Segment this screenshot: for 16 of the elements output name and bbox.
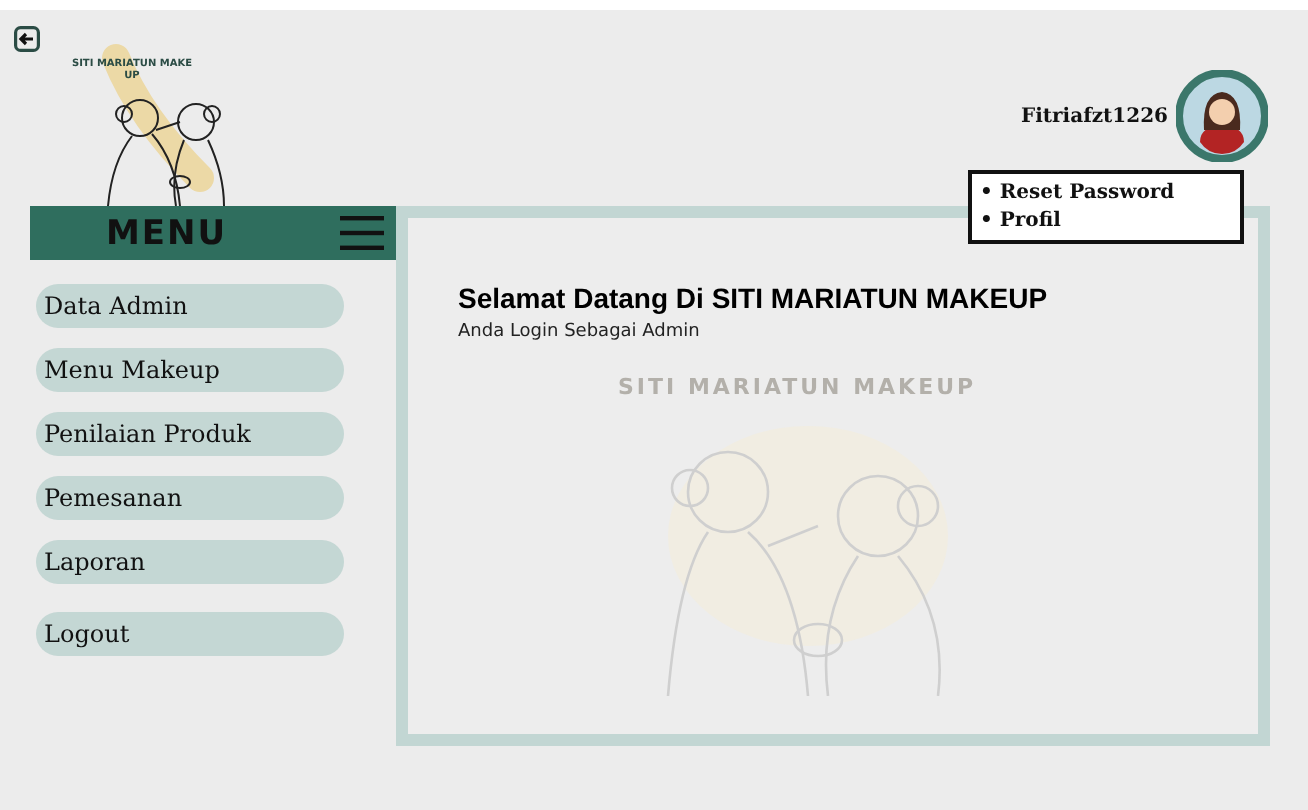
dropdown-menu-item[interactable]: • Profil bbox=[980, 207, 1240, 235]
sidebar-menu-item[interactable]: Pemesanan bbox=[36, 476, 344, 520]
sidebar-menu-item[interactable]: Logout bbox=[36, 612, 344, 656]
sidebar-menu-item[interactable]: Laporan bbox=[36, 540, 344, 584]
sidebar-menu-item[interactable]: Data Admin bbox=[36, 284, 344, 328]
hamburger-menu-icon[interactable] bbox=[340, 216, 384, 250]
welcome-heading: Selamat Datang Di SITI MARIATUN MAKEUP bbox=[458, 282, 1050, 314]
sidebar-menu-item[interactable]: Menu Makeup bbox=[36, 348, 344, 392]
back-arrow-icon[interactable] bbox=[14, 26, 40, 52]
sidebar-menu-item[interactable]: Penilaian Produk bbox=[36, 412, 344, 456]
background-logo-text: SITI MARIATUN MAKEUP bbox=[618, 374, 979, 400]
dropdown-menu-item[interactable]: • Reset Password bbox=[980, 179, 1240, 207]
username-label: Fitriafzt1226 bbox=[1021, 105, 1168, 127]
user-avatar-icon[interactable] bbox=[1176, 70, 1268, 162]
menu-title: MENU bbox=[106, 213, 228, 253]
login-role-text: Anda Login Sebagai Admin bbox=[458, 322, 702, 342]
